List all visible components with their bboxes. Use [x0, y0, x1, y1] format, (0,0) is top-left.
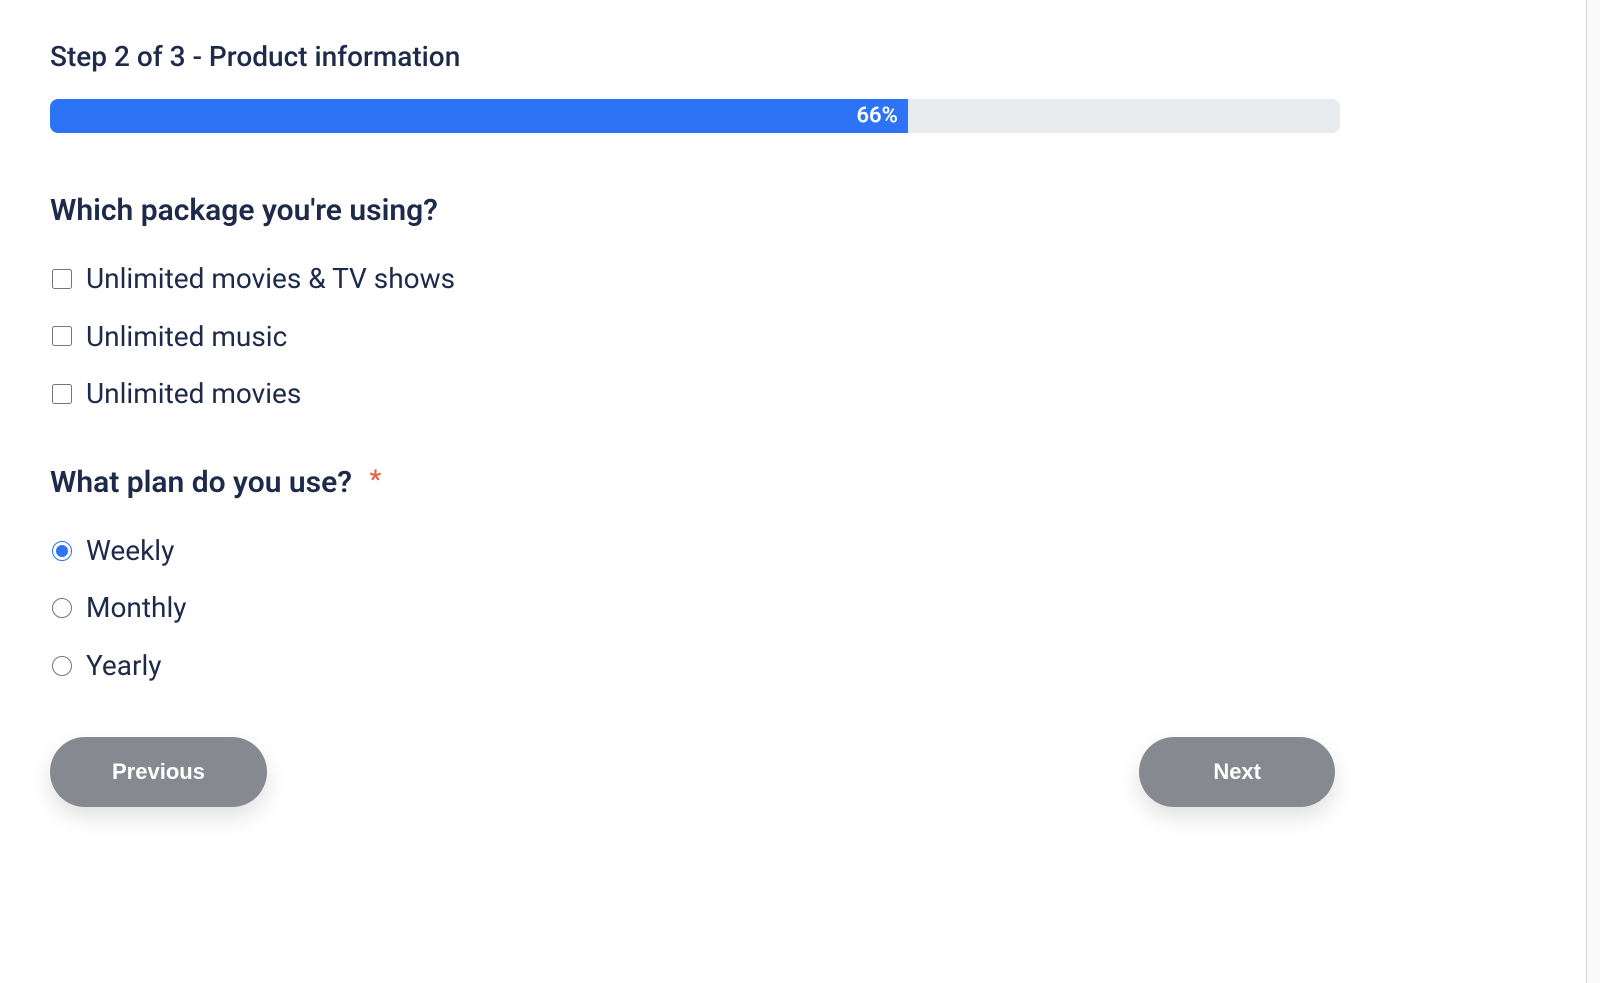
package-checkbox-movies-tv[interactable] [52, 269, 72, 289]
option-row: Unlimited music [50, 320, 1340, 354]
package-label-movies[interactable]: Unlimited movies [86, 377, 301, 411]
previous-button[interactable]: Previous [50, 737, 267, 807]
plan-radio-monthly[interactable] [52, 598, 72, 618]
progress-fill: 66% [50, 99, 908, 133]
required-asterisk-icon: * [369, 465, 381, 495]
step-title: Step 2 of 3 - Product information [50, 40, 1340, 73]
package-checkbox-movies[interactable] [52, 384, 72, 404]
plan-label-monthly[interactable]: Monthly [86, 591, 187, 625]
question-plan-prompt: What plan do you use? [50, 465, 352, 500]
option-row: Unlimited movies & TV shows [50, 262, 1340, 296]
progress-bar: 66% [50, 99, 1340, 133]
question-plan: What plan do you use? * Weekly Monthly Y… [50, 465, 1340, 683]
question-plan-prompt-wrapper: What plan do you use? * [50, 465, 1340, 500]
scrollbar-track[interactable] [1586, 0, 1600, 983]
plan-label-weekly[interactable]: Weekly [86, 534, 174, 568]
plan-label-yearly[interactable]: Yearly [86, 649, 162, 683]
plan-options: Weekly Monthly Yearly [50, 534, 1340, 683]
plan-radio-weekly[interactable] [52, 541, 72, 561]
package-label-music[interactable]: Unlimited music [86, 320, 287, 354]
option-row: Monthly [50, 591, 1340, 625]
progress-percent-label: 66% [856, 104, 897, 129]
package-checkbox-music[interactable] [52, 326, 72, 346]
option-row: Yearly [50, 649, 1340, 683]
option-row: Unlimited movies [50, 377, 1340, 411]
form-viewport: Step 2 of 3 - Product information 66% Wh… [0, 0, 1600, 983]
question-package: Which package you're using? Unlimited mo… [50, 193, 1340, 411]
plan-radio-yearly[interactable] [52, 656, 72, 676]
package-label-movies-tv[interactable]: Unlimited movies & TV shows [86, 262, 455, 296]
nav-button-row: Previous Next [50, 737, 1335, 807]
question-package-prompt: Which package you're using? [50, 193, 1340, 228]
form-content: Step 2 of 3 - Product information 66% Wh… [0, 0, 1390, 827]
next-button[interactable]: Next [1139, 737, 1335, 807]
package-options: Unlimited movies & TV shows Unlimited mu… [50, 262, 1340, 411]
option-row: Weekly [50, 534, 1340, 568]
